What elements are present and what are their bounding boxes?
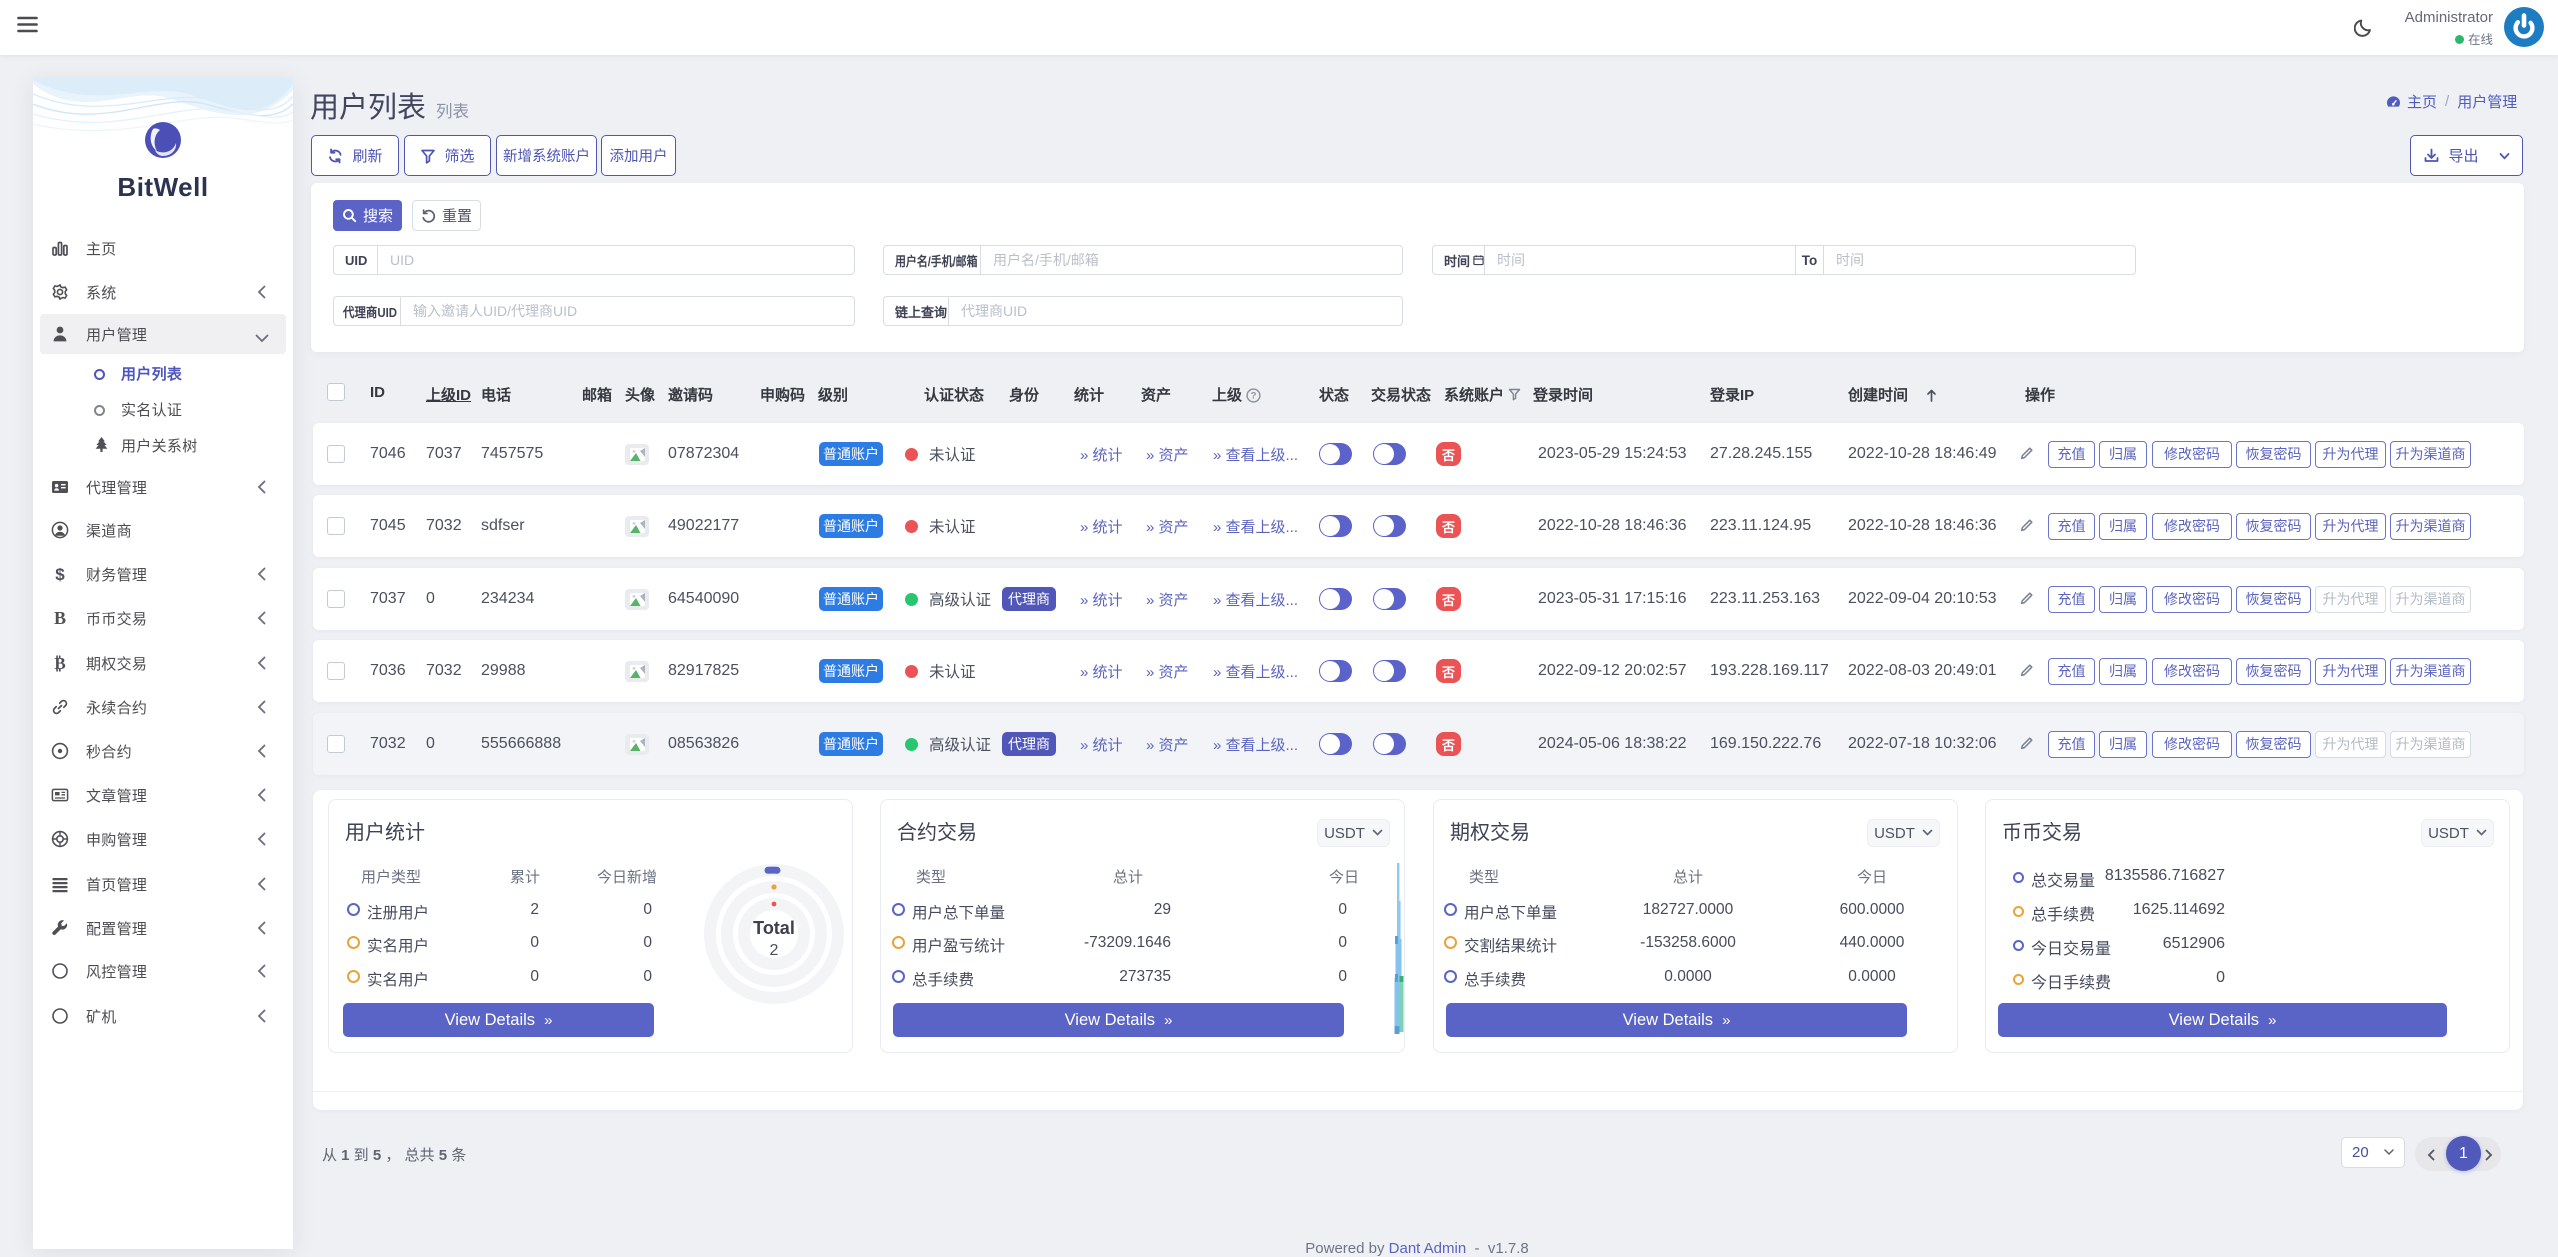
svg-text:B: B	[54, 609, 66, 627]
svg-text:₿: ₿	[54, 654, 65, 672]
svg-text:?: ?	[1251, 390, 1257, 401]
svg-text:$: $	[55, 565, 65, 583]
